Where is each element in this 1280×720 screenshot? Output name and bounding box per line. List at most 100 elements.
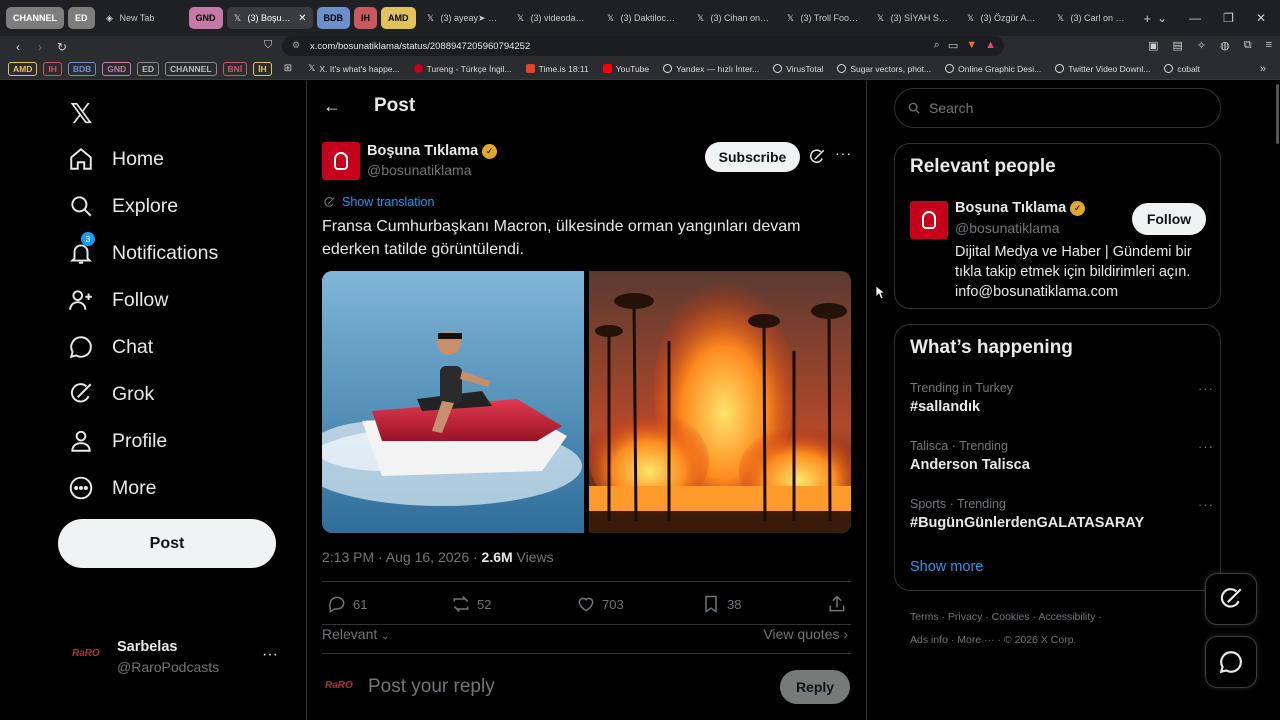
scrollbar-thumb[interactable] xyxy=(1276,84,1279,144)
tab-group-channel[interactable]: CHANNEL xyxy=(6,7,64,29)
sidebar-item-home[interactable]: Home xyxy=(68,146,164,172)
address-bar[interactable]: ⚙ x.com/bosunatiklama/status/20889472059… xyxy=(282,36,1004,56)
bookmark-link[interactable]: 𝕏 X. It's what's happe... xyxy=(308,63,400,74)
grok-icon[interactable] xyxy=(808,148,826,166)
view-quotes-link[interactable]: View quotes › xyxy=(763,626,848,642)
sidebar-item-explore[interactable]: Explore xyxy=(68,193,178,219)
reload-icon[interactable]: ↻ xyxy=(52,40,72,54)
bookmark-link[interactable]: VirusTotal xyxy=(773,64,823,74)
more-icon[interactable]: ··· xyxy=(1198,497,1214,512)
repost-button[interactable]: 52 xyxy=(451,594,491,614)
trend-item[interactable]: Sports · Trending #BugünGünlerdenGALATAS… xyxy=(910,497,1213,531)
close-tab-icon[interactable]: ✕ xyxy=(298,13,306,24)
avatar[interactable] xyxy=(322,142,360,180)
tab-item[interactable]: 𝕏 (3) Cihan on X: ' xyxy=(690,7,776,29)
sidebar-item-profile[interactable]: Profile xyxy=(68,428,167,454)
tab-item[interactable]: 𝕏 (3) Carl on X: "V xyxy=(1050,7,1136,29)
wallet-icon[interactable]: ▤ xyxy=(1172,39,1182,52)
more-icon[interactable]: ··· xyxy=(1198,381,1214,396)
bookmark-folder[interactable]: IH xyxy=(43,61,62,76)
subscribe-button[interactable]: Subscribe xyxy=(705,142,800,172)
tab-item[interactable]: 𝕏 (3) Özgür Ayba xyxy=(960,7,1046,29)
tab-active-post[interactable]: 𝕏(3) Boşuna Tıklama✕ xyxy=(226,7,313,29)
follow-button[interactable]: Follow xyxy=(1132,203,1206,235)
tab-new-tab[interactable]: ◈ New Tab xyxy=(99,7,185,29)
bookmark-link[interactable]: cobalt xyxy=(1164,64,1200,74)
post-button[interactable]: Post xyxy=(58,519,276,568)
post-timestamp[interactable]: 2:13 PM · Aug 16, 2026 · xyxy=(322,549,482,565)
bookmark-folder[interactable]: BNİ xyxy=(222,61,248,76)
bookmark-folder[interactable]: İH xyxy=(253,61,272,76)
sidebar-item-notifications[interactable]: 3 Notifications xyxy=(68,232,218,266)
grok-fab-button[interactable] xyxy=(1205,573,1257,625)
brave-shield-icon[interactable]: ▼ xyxy=(966,39,977,52)
back-arrow-icon[interactable]: ← xyxy=(323,96,341,117)
brave-rewards-icon[interactable]: ▲ xyxy=(985,39,996,52)
sidebar-item-chat[interactable]: Chat xyxy=(68,334,153,360)
like-button[interactable]: 703 xyxy=(576,594,624,614)
bookmark-folder[interactable]: CHANNEL xyxy=(164,61,217,76)
more-icon[interactable]: ··· xyxy=(835,145,852,161)
account-switcher[interactable]: RaRO Sarbelas @RaroPodcasts ··· xyxy=(58,636,288,678)
reply-button[interactable]: 61 xyxy=(327,594,367,614)
bookmark-folder[interactable]: GND xyxy=(102,61,132,76)
sidebar-item-more[interactable]: More xyxy=(68,475,156,501)
reply-sort-dropdown[interactable]: Relevant ⌄ xyxy=(322,626,390,642)
reply-input[interactable]: Post your reply xyxy=(368,676,495,698)
bookmark-link[interactable]: Yandex — hızlı İnter... xyxy=(663,64,759,74)
bookmark-link[interactable]: Sugar vectors, phot... xyxy=(837,64,931,74)
tab-group-bdb[interactable]: BDB xyxy=(316,7,351,29)
sidebar-item-grok[interactable]: Grok xyxy=(68,381,154,407)
relevant-person-handle[interactable]: @bosunatiklama xyxy=(955,220,1060,236)
bookmark-page-icon[interactable]: ⛉ xyxy=(264,39,272,52)
share-button[interactable] xyxy=(827,594,847,614)
footer-line-1[interactable]: Terms · Privacy · Cookies · Accessibilit… xyxy=(910,606,1180,629)
bookmark-link[interactable]: Online Graphic Desi... xyxy=(945,64,1041,74)
tab-item[interactable]: 𝕏(3) SİYAH SANC xyxy=(870,7,956,29)
tab-item[interactable]: 𝕏(3) ayeay➤ on X xyxy=(420,7,506,29)
cast-icon[interactable]: ▭ xyxy=(948,39,958,52)
new-tab-icon[interactable]: + xyxy=(1144,11,1152,26)
bookmark-folder[interactable]: AMD xyxy=(8,61,38,76)
tab-item[interactable]: 𝕏 (3) Daktilock on xyxy=(600,7,686,29)
bookmark-link[interactable]: YouTube xyxy=(602,64,649,74)
tab-group-ed[interactable]: ED xyxy=(68,7,95,29)
author-name[interactable]: Boşuna Tıklama ✓ xyxy=(367,143,498,159)
tab-group-amd[interactable]: AMD xyxy=(381,7,416,29)
more-icon[interactable]: ··· xyxy=(1198,439,1214,454)
post-image-jetski[interactable] xyxy=(322,271,584,533)
reply-submit-button[interactable]: Reply xyxy=(780,670,850,704)
more-icon[interactable]: ··· xyxy=(262,646,278,664)
back-icon[interactable]: ‹ xyxy=(8,40,28,54)
search-input[interactable]: Search xyxy=(894,88,1221,128)
zoom-icon[interactable]: ⌕ xyxy=(934,39,940,52)
bookmark-link[interactable]: Tureng - Türkçe İngil... xyxy=(413,64,512,74)
more-bookmarks-icon[interactable]: » xyxy=(1260,63,1266,75)
bookmark-link[interactable]: Time.is 18:11 xyxy=(525,64,589,74)
show-translation-link[interactable]: Show translation xyxy=(323,195,434,209)
author-handle[interactable]: @bosunatiklama xyxy=(367,162,472,178)
relevant-person-name[interactable]: Boşuna Tıklama ✓ xyxy=(955,200,1086,216)
sidebar-item-follow[interactable]: Follow xyxy=(68,287,168,313)
chat-fab-button[interactable] xyxy=(1205,636,1257,688)
minimize-icon[interactable]: — xyxy=(1189,11,1201,25)
close-window-icon[interactable]: ✕ xyxy=(1256,11,1266,25)
show-more-link[interactable]: Show more xyxy=(910,559,983,575)
apps-grid-icon[interactable]: ⊞ xyxy=(284,63,292,74)
restore-icon[interactable]: ❐ xyxy=(1223,11,1234,25)
vpn-icon[interactable]: ◍ xyxy=(1220,39,1230,52)
bookmark-folder[interactable]: BDB xyxy=(67,61,97,76)
post-image-forest-fire[interactable] xyxy=(589,271,851,533)
bookmark-folder[interactable]: ED xyxy=(137,61,159,76)
leo-icon[interactable]: ✧ xyxy=(1197,39,1206,52)
tab-item[interactable]: 𝕏 (3) videodan çık xyxy=(510,7,596,29)
footer-line-2[interactable]: Ads info · More ··· · © 2026 X Corp. xyxy=(910,629,1180,652)
extensions-icon[interactable]: ⧉ xyxy=(1244,39,1252,52)
forward-icon[interactable]: › xyxy=(30,40,50,54)
trend-item[interactable]: Talisca · Trending Anderson Talisca ··· xyxy=(910,439,1213,473)
x-logo-icon[interactable]: 𝕏 xyxy=(70,97,93,130)
sidebar-toggle-icon[interactable]: ▣ xyxy=(1148,39,1158,52)
site-info-icon[interactable]: ⚙ xyxy=(292,40,300,51)
menu-icon[interactable]: ≡ xyxy=(1266,39,1272,52)
tab-group-gnd[interactable]: GND xyxy=(188,7,223,29)
